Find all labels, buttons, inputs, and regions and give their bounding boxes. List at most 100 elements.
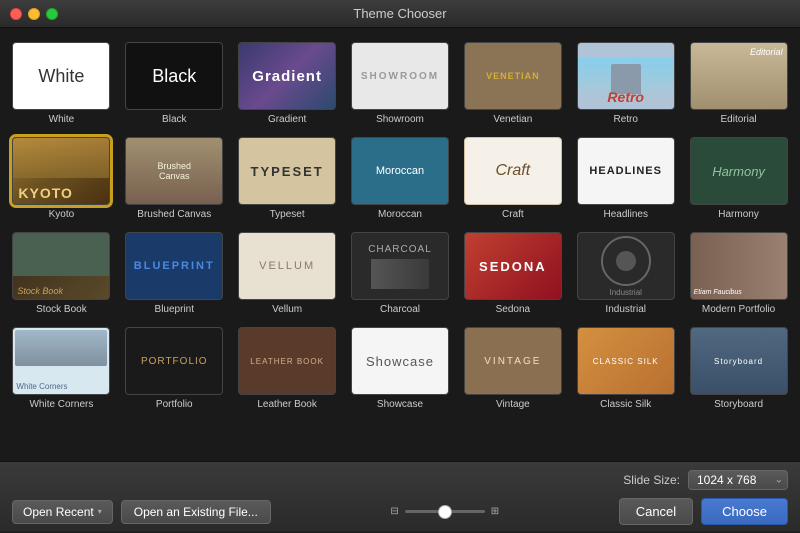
theme-retro[interactable]: Retro Retro bbox=[572, 40, 679, 127]
theme-gradient-label: Gradient bbox=[268, 114, 306, 125]
theme-stock-book-thumb: Stock Book bbox=[12, 232, 110, 300]
theme-stock-book-label: Stock Book bbox=[36, 304, 87, 315]
bottom-toolbar: Slide Size: 1024 x 768 1280 x 720 1920 x… bbox=[0, 461, 800, 531]
theme-industrial-label: Industrial bbox=[605, 304, 646, 315]
theme-leather-book[interactable]: LEATHER BOOK Leather Book bbox=[234, 325, 341, 412]
theme-vintage-label: Vintage bbox=[496, 399, 530, 410]
theme-portfolio[interactable]: PORTFOLIO Portfolio bbox=[121, 325, 228, 412]
theme-showroom-label: Showroom bbox=[376, 114, 424, 125]
theme-craft[interactable]: Craft Craft bbox=[459, 135, 566, 222]
theme-black-label: Black bbox=[162, 114, 186, 125]
theme-stock-book[interactable]: Stock Book Stock Book bbox=[8, 230, 115, 317]
theme-classic-silk-label: Classic Silk bbox=[600, 399, 651, 410]
slide-size-row: Slide Size: 1024 x 768 1280 x 720 1920 x… bbox=[0, 462, 800, 494]
theme-modern-portfolio-thumb: Etiam Faucibus bbox=[690, 232, 788, 300]
theme-grid-container: White White Black Black Gradient Gradien… bbox=[0, 28, 800, 461]
theme-showroom[interactable]: SHOWROOM Showroom bbox=[347, 40, 454, 127]
theme-typeset[interactable]: TYPESET Typeset bbox=[234, 135, 341, 222]
theme-brushed-canvas-label: Brushed Canvas bbox=[137, 209, 211, 220]
slide-size-wrapper: 1024 x 768 1280 x 720 1920 x 1080 bbox=[688, 470, 788, 490]
theme-venetian-label: Venetian bbox=[493, 114, 532, 125]
theme-kyoto-label: Kyoto bbox=[49, 209, 75, 220]
zoom-slider[interactable] bbox=[405, 510, 485, 513]
theme-kyoto[interactable]: KYOTO Kyoto bbox=[8, 135, 115, 222]
theme-charcoal-label: Charcoal bbox=[380, 304, 420, 315]
center-actions: ⊟ ⊞ bbox=[390, 506, 499, 517]
theme-white-corners[interactable]: White Corners White Corners bbox=[8, 325, 115, 412]
theme-headlines[interactable]: HEADLINES Headlines bbox=[572, 135, 679, 222]
theme-charcoal[interactable]: CHARCOAL Charcoal bbox=[347, 230, 454, 317]
open-recent-arrow: ▾ bbox=[98, 507, 102, 516]
theme-gradient-thumb: Gradient bbox=[238, 42, 336, 110]
theme-vellum-thumb: VELLUM bbox=[238, 232, 336, 300]
theme-blueprint[interactable]: BLUEPRINT Blueprint bbox=[121, 230, 228, 317]
theme-portfolio-label: Portfolio bbox=[156, 399, 193, 410]
theme-vintage-thumb: VINTAGE bbox=[464, 327, 562, 395]
title-bar: Theme Chooser bbox=[0, 0, 800, 28]
theme-typeset-label: Typeset bbox=[270, 209, 305, 220]
theme-blueprint-label: Blueprint bbox=[155, 304, 194, 315]
theme-white-corners-thumb: White Corners bbox=[12, 327, 110, 395]
slide-size-label: Slide Size: bbox=[623, 473, 680, 487]
theme-showcase-thumb: Showcase bbox=[351, 327, 449, 395]
theme-black-thumb: Black bbox=[125, 42, 223, 110]
theme-blueprint-thumb: BLUEPRINT bbox=[125, 232, 223, 300]
zoom-in-icon: ⊞ bbox=[491, 506, 499, 517]
maximize-button[interactable] bbox=[46, 8, 58, 20]
theme-classic-silk-thumb: CLASSIC SILK bbox=[577, 327, 675, 395]
theme-charcoal-thumb: CHARCOAL bbox=[351, 232, 449, 300]
open-recent-button[interactable]: Open Recent ▾ bbox=[12, 500, 113, 524]
theme-gradient[interactable]: Gradient Gradient bbox=[234, 40, 341, 127]
theme-modern-portfolio-label: Modern Portfolio bbox=[702, 304, 775, 315]
theme-sedona[interactable]: SEDONA Sedona bbox=[459, 230, 566, 317]
right-actions: Cancel Choose bbox=[619, 498, 788, 525]
theme-sedona-thumb: SEDONA bbox=[464, 232, 562, 300]
theme-leather-book-thumb: LEATHER BOOK bbox=[238, 327, 336, 395]
theme-grid: White White Black Black Gradient Gradien… bbox=[8, 40, 792, 412]
theme-harmony-thumb: Harmony bbox=[690, 137, 788, 205]
theme-leather-book-label: Leather Book bbox=[257, 399, 317, 410]
theme-showcase[interactable]: Showcase Showcase bbox=[347, 325, 454, 412]
theme-industrial[interactable]: Industrial Industrial bbox=[572, 230, 679, 317]
theme-moroccan[interactable]: Moroccan Moroccan bbox=[347, 135, 454, 222]
theme-editorial[interactable]: Editorial Editorial bbox=[685, 40, 792, 127]
choose-button[interactable]: Choose bbox=[701, 498, 788, 525]
theme-storyboard[interactable]: Storyboard Storyboard bbox=[685, 325, 792, 412]
left-actions: Open Recent ▾ Open an Existing File... bbox=[12, 500, 271, 524]
theme-harmony[interactable]: Harmony Harmony bbox=[685, 135, 792, 222]
theme-classic-silk[interactable]: CLASSIC SILK Classic Silk bbox=[572, 325, 679, 412]
theme-portfolio-thumb: PORTFOLIO bbox=[125, 327, 223, 395]
theme-white-label: White bbox=[49, 114, 75, 125]
theme-sedona-label: Sedona bbox=[496, 304, 530, 315]
theme-white-corners-label: White Corners bbox=[29, 399, 93, 410]
theme-brushed-canvas[interactable]: BrushedCanvas Brushed Canvas bbox=[121, 135, 228, 222]
slide-size-select[interactable]: 1024 x 768 1280 x 720 1920 x 1080 bbox=[688, 470, 788, 490]
window-controls bbox=[10, 8, 58, 20]
theme-kyoto-thumb: KYOTO bbox=[12, 137, 110, 205]
theme-venetian-thumb: VENETIAN bbox=[464, 42, 562, 110]
theme-typeset-thumb: TYPESET bbox=[238, 137, 336, 205]
theme-retro-thumb: Retro bbox=[577, 42, 675, 110]
theme-vellum-label: Vellum bbox=[272, 304, 302, 315]
theme-vellum[interactable]: VELLUM Vellum bbox=[234, 230, 341, 317]
zoom-out-icon: ⊟ bbox=[390, 506, 398, 517]
theme-modern-portfolio[interactable]: Etiam Faucibus Modern Portfolio bbox=[685, 230, 792, 317]
action-row: Open Recent ▾ Open an Existing File... ⊟… bbox=[0, 494, 800, 533]
theme-white[interactable]: White White bbox=[8, 40, 115, 127]
theme-harmony-label: Harmony bbox=[718, 209, 759, 220]
minimize-button[interactable] bbox=[28, 8, 40, 20]
theme-vintage[interactable]: VINTAGE Vintage bbox=[459, 325, 566, 412]
theme-storyboard-label: Storyboard bbox=[714, 399, 763, 410]
close-button[interactable] bbox=[10, 8, 22, 20]
cancel-button[interactable]: Cancel bbox=[619, 498, 693, 525]
theme-editorial-label: Editorial bbox=[720, 114, 756, 125]
theme-moroccan-label: Moroccan bbox=[378, 209, 422, 220]
theme-venetian[interactable]: VENETIAN Venetian bbox=[459, 40, 566, 127]
open-existing-button[interactable]: Open an Existing File... bbox=[121, 500, 271, 524]
theme-editorial-thumb: Editorial bbox=[690, 42, 788, 110]
theme-black[interactable]: Black Black bbox=[121, 40, 228, 127]
theme-showcase-label: Showcase bbox=[377, 399, 423, 410]
window-title: Theme Chooser bbox=[353, 6, 446, 21]
zoom-slider-area: ⊟ ⊞ bbox=[390, 506, 499, 517]
theme-craft-thumb: Craft bbox=[464, 137, 562, 205]
